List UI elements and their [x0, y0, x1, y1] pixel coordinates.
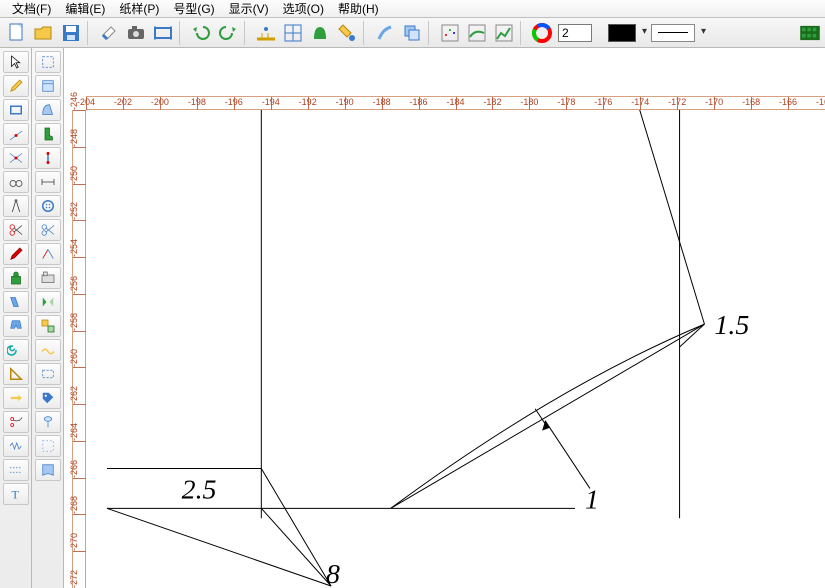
ruler-vertical: -246-248-250-252-254-256-258-260-262-264…	[72, 110, 86, 588]
hmeasure-tool[interactable]	[35, 171, 61, 193]
scatter-button[interactable]	[437, 21, 463, 45]
bag-tool[interactable]	[3, 267, 29, 289]
curve-shape-tool[interactable]	[35, 99, 61, 121]
flip-h-tool[interactable]	[35, 291, 61, 313]
menu-options[interactable]: 选项(O)	[277, 0, 330, 17]
dashed-select-tool[interactable]	[35, 435, 61, 457]
color-ring-button[interactable]	[529, 21, 555, 45]
pointer-tool[interactable]	[3, 51, 29, 73]
paint-button[interactable]	[334, 21, 360, 45]
select-box-tool[interactable]	[35, 51, 61, 73]
menu-size[interactable]: 号型(G)	[167, 0, 220, 17]
separator	[520, 21, 526, 45]
frame-button[interactable]	[150, 21, 176, 45]
dim-label-left: 2.5	[182, 474, 217, 505]
separator	[428, 21, 434, 45]
grid-button[interactable]	[280, 21, 306, 45]
group-tool[interactable]	[35, 315, 61, 337]
brush-button[interactable]	[372, 21, 398, 45]
menu-edit[interactable]: 编辑(E)	[59, 0, 111, 17]
thread-tool[interactable]	[35, 411, 61, 433]
rectangle-tool[interactable]	[3, 99, 29, 121]
color-swatch[interactable]	[608, 24, 636, 42]
drawing-canvas[interactable]: 2.5 8 1 1.5	[86, 110, 825, 588]
tool-column-2	[32, 48, 64, 588]
text-tool[interactable]: T	[3, 483, 29, 505]
tag-tool[interactable]	[35, 387, 61, 409]
layers-button[interactable]	[399, 21, 425, 45]
dim-label-mid: 1	[585, 484, 599, 515]
ruler-horizontal: -204-202-200-198-196-194-192-190-188-186…	[86, 96, 825, 110]
ruler-button[interactable]	[253, 21, 279, 45]
zoom-input[interactable]	[558, 24, 592, 42]
zigzag-tool[interactable]	[3, 435, 29, 457]
boot-tool[interactable]	[35, 123, 61, 145]
button-tool[interactable]	[35, 195, 61, 217]
dim-label-bottom: 8	[326, 559, 340, 588]
glasses-tool[interactable]	[3, 171, 29, 193]
dotted-tool[interactable]	[3, 459, 29, 481]
camera-button[interactable]	[123, 21, 149, 45]
point-tool[interactable]	[3, 123, 29, 145]
separator	[244, 21, 250, 45]
separator	[179, 21, 185, 45]
svg-text:T: T	[11, 488, 19, 502]
vline-tool[interactable]	[35, 147, 61, 169]
redo-button[interactable]	[215, 21, 241, 45]
arrow-tool[interactable]	[3, 387, 29, 409]
eraser-button[interactable]	[96, 21, 122, 45]
panel-tool[interactable]	[35, 75, 61, 97]
menu-view[interactable]: 显示(V)	[223, 0, 275, 17]
blue-scissors-tool[interactable]	[35, 219, 61, 241]
join-tool[interactable]	[35, 243, 61, 265]
wave-tool[interactable]	[35, 339, 61, 361]
separator	[363, 21, 369, 45]
shorts-tool[interactable]	[3, 315, 29, 337]
dim-label-right: 1.5	[714, 310, 749, 341]
linetype-dropdown[interactable]	[651, 24, 695, 42]
left-toolbars: T	[0, 48, 64, 588]
workspace: T -204-202-200-198-196-194-192-190-188-	[0, 48, 825, 588]
open-button[interactable]	[31, 21, 57, 45]
cut-curve-tool[interactable]	[3, 411, 29, 433]
graph2-button[interactable]	[491, 21, 517, 45]
spiral-tool[interactable]	[3, 339, 29, 361]
pen-tool[interactable]	[3, 243, 29, 265]
menu-help[interactable]: 帮助(H)	[332, 0, 385, 17]
graph1-button[interactable]	[464, 21, 490, 45]
intersect-tool[interactable]	[3, 147, 29, 169]
dash-rect-tool[interactable]	[35, 363, 61, 385]
new-button[interactable]	[4, 21, 30, 45]
menu-bar: 文档(F) 编辑(E) 纸样(P) 号型(G) 显示(V) 选项(O) 帮助(H…	[0, 0, 825, 18]
triangle-tool[interactable]	[3, 363, 29, 385]
tool-column-1: T	[0, 48, 32, 588]
menu-file[interactable]: 文档(F)	[6, 0, 57, 17]
fabric-tool[interactable]	[35, 459, 61, 481]
menu-pattern[interactable]: 纸样(P)	[113, 0, 165, 17]
film-icon[interactable]	[799, 25, 821, 41]
compass-tool[interactable]	[3, 195, 29, 217]
pencil-tool[interactable]	[3, 75, 29, 97]
shape-button[interactable]	[307, 21, 333, 45]
machine-tool[interactable]	[35, 267, 61, 289]
undo-button[interactable]	[188, 21, 214, 45]
scissors-tool[interactable]	[3, 219, 29, 241]
top-toolbar	[0, 18, 825, 48]
parallel-tool[interactable]	[3, 291, 29, 313]
separator	[87, 21, 93, 45]
canvas-area: -204-202-200-198-196-194-192-190-188-186…	[64, 48, 825, 588]
save-button[interactable]	[58, 21, 84, 45]
